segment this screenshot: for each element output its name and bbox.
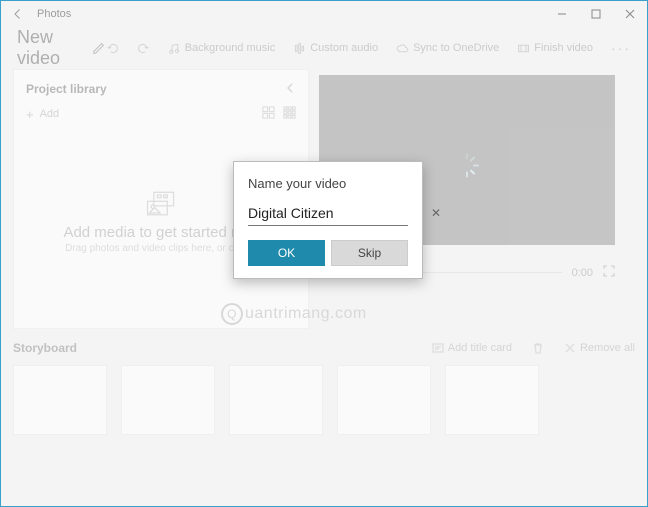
redo-button[interactable] <box>137 42 150 55</box>
app-title: Photos <box>35 8 545 20</box>
storyboard-slot[interactable] <box>13 365 107 435</box>
trash-icon[interactable] <box>532 342 544 354</box>
back-button[interactable] <box>1 1 35 27</box>
collapse-icon[interactable] <box>286 82 296 96</box>
skip-button[interactable]: Skip <box>331 240 408 266</box>
storyboard-slot[interactable] <box>337 365 431 435</box>
clear-input-icon[interactable]: ✕ <box>429 206 443 220</box>
loading-spinner-icon <box>454 153 480 184</box>
minimize-button[interactable] <box>545 1 579 27</box>
plus-icon: + <box>26 107 34 122</box>
ok-button[interactable]: OK <box>248 240 325 266</box>
video-name-input[interactable] <box>248 205 429 221</box>
storyboard-slot[interactable] <box>121 365 215 435</box>
project-library-title: Project library <box>26 82 107 96</box>
background-music-button[interactable]: Background music <box>168 42 276 55</box>
storyboard-title: Storyboard <box>13 341 77 355</box>
dialog-title: Name your video <box>248 176 408 191</box>
finish-video-button[interactable]: Finish video <box>517 42 593 55</box>
fullscreen-icon[interactable] <box>603 265 615 280</box>
watermark: Quantrimang.com <box>221 303 367 325</box>
header: New video Background music Custom audio … <box>1 27 647 69</box>
custom-audio-button[interactable]: Custom audio <box>293 42 378 55</box>
pencil-icon[interactable] <box>92 41 106 55</box>
name-video-dialog: Name your video ✕ OK Skip <box>233 161 423 279</box>
remove-all-button[interactable]: Remove all <box>564 342 635 354</box>
video-title: New video <box>17 27 84 69</box>
maximize-button[interactable] <box>579 1 613 27</box>
close-button[interactable] <box>613 1 647 27</box>
grid-large-icon[interactable] <box>262 106 275 122</box>
grid-small-icon[interactable] <box>283 106 296 122</box>
sync-onedrive-button[interactable]: Sync to OneDrive <box>396 42 499 55</box>
storyboard-slot[interactable] <box>229 365 323 435</box>
add-media-button[interactable]: Add <box>40 108 60 120</box>
undo-button[interactable] <box>106 42 119 55</box>
add-title-card-button[interactable]: Add title card <box>432 342 512 354</box>
titlebar: Photos <box>1 1 647 27</box>
storyboard-panel: Storyboard Add title card Remove all <box>13 341 635 435</box>
time-label: 0:00 <box>572 267 593 279</box>
more-menu-button[interactable]: ··· <box>611 40 631 56</box>
storyboard-slot[interactable] <box>445 365 539 435</box>
